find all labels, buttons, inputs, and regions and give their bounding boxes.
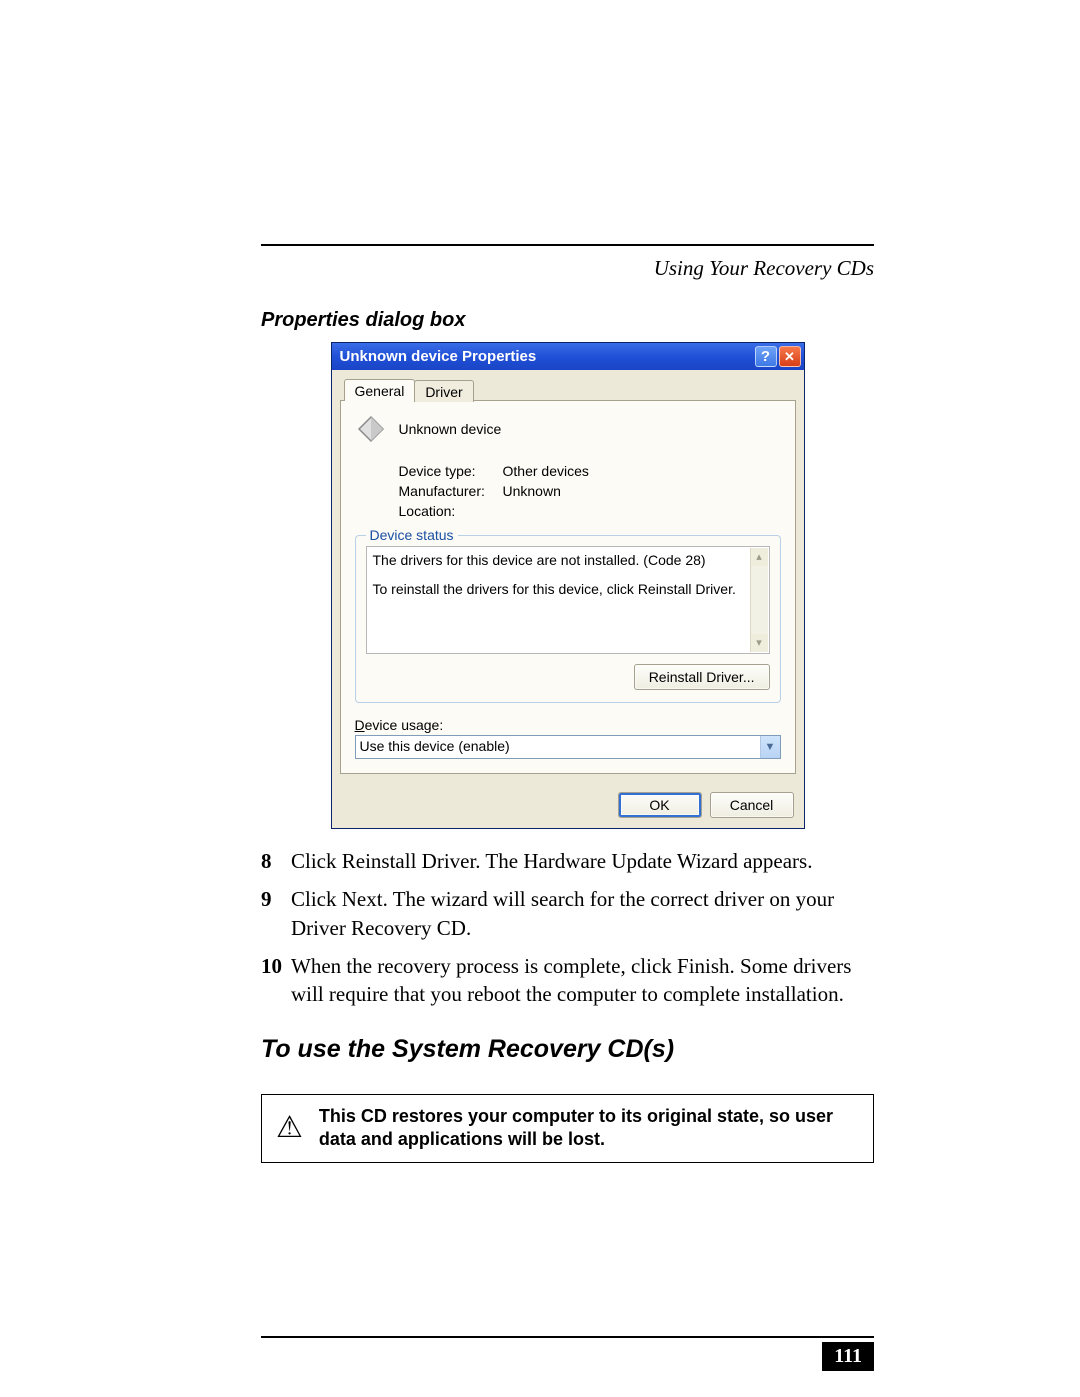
device-usage-label: Device usage: [355, 717, 781, 733]
step-number: 10 [261, 952, 291, 1009]
warning-box: ⚠ This CD restores your computer to its … [261, 1094, 874, 1163]
ok-button[interactable]: OK [618, 792, 702, 818]
device-status-legend: Device status [366, 527, 458, 543]
dialog-title: Unknown device Properties [340, 348, 753, 365]
device-status-text: The drivers for this device are not inst… [366, 546, 770, 654]
properties-dialog: Unknown device Properties General Driver [331, 342, 805, 829]
close-button[interactable] [779, 346, 801, 367]
device-status-group: Device status The drivers for this devic… [355, 535, 781, 703]
cancel-button[interactable]: Cancel [710, 792, 794, 818]
status-line-2: To reinstall the drivers for this device… [373, 580, 747, 599]
dialog-titlebar[interactable]: Unknown device Properties [332, 343, 804, 370]
section-heading: To use the System Recovery CD(s) [261, 1035, 874, 1064]
tab-panel-general: Unknown device Device type: Other device… [340, 400, 796, 774]
device-type-value: Other devices [503, 463, 589, 479]
location-label: Location: [399, 503, 503, 519]
device-type-label: Device type: [399, 463, 503, 479]
device-usage-value: Use this device (enable) [355, 735, 781, 759]
device-icon [355, 413, 387, 445]
step-text: Click Reinstall Driver. The Hardware Upd… [291, 847, 874, 875]
scrollbar[interactable]: ▴ ▾ [750, 548, 768, 652]
scroll-down-icon[interactable]: ▾ [751, 634, 768, 652]
manufacturer-value: Unknown [503, 483, 561, 499]
tab-general[interactable]: General [344, 379, 416, 401]
device-usage-combo[interactable]: Use this device (enable) ▼ [355, 735, 781, 759]
figure-caption: Properties dialog box [261, 309, 874, 332]
step-number: 8 [261, 847, 291, 875]
step-number: 9 [261, 885, 291, 942]
tab-driver[interactable]: Driver [414, 380, 473, 402]
page-number: 111 [822, 1342, 874, 1371]
warning-text: This CD restores your computer to its or… [319, 1105, 859, 1152]
reinstall-driver-button[interactable]: Reinstall Driver... [634, 664, 770, 690]
scroll-up-icon[interactable]: ▴ [751, 548, 768, 566]
running-head: Using Your Recovery CDs [261, 256, 874, 281]
device-name: Unknown device [399, 421, 502, 437]
manufacturer-label: Manufacturer: [399, 483, 503, 499]
step-text: Click Next. The wizard will search for t… [291, 885, 874, 942]
help-button[interactable] [755, 346, 777, 367]
warning-icon: ⚠ [276, 1113, 303, 1143]
chevron-down-icon[interactable]: ▼ [760, 736, 780, 758]
step-text: When the recovery process is complete, c… [291, 952, 874, 1009]
status-line-1: The drivers for this device are not inst… [373, 551, 747, 570]
